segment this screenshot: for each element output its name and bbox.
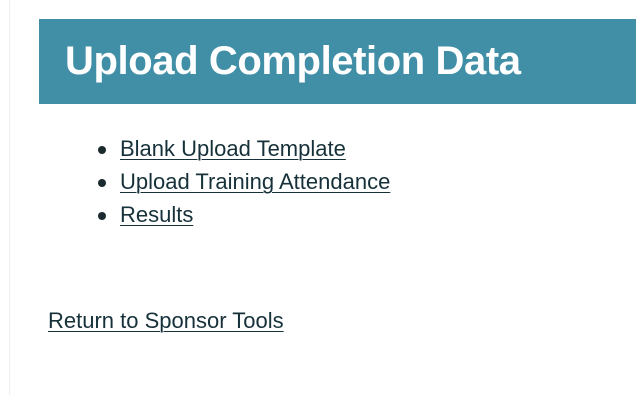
header-banner: Upload Completion Data [39, 19, 636, 104]
list-item: Blank Upload Template [98, 134, 390, 167]
bullet-icon [98, 212, 106, 220]
page: Upload Completion Data Blank Upload Temp… [0, 0, 636, 395]
list-item: Upload Training Attendance [98, 167, 390, 200]
blank-upload-template-link[interactable]: Blank Upload Template [120, 136, 346, 161]
page-title: Upload Completion Data [65, 39, 521, 83]
results-link[interactable]: Results [120, 202, 193, 227]
list-item: Results [98, 200, 390, 233]
bullet-icon [98, 179, 106, 187]
upload-training-attendance-link[interactable]: Upload Training Attendance [120, 169, 390, 194]
return-to-sponsor-tools-link[interactable]: Return to Sponsor Tools [48, 306, 284, 336]
link-list: Blank Upload Template Upload Training At… [98, 134, 390, 233]
left-divider [9, 0, 10, 395]
bullet-icon [98, 146, 106, 154]
